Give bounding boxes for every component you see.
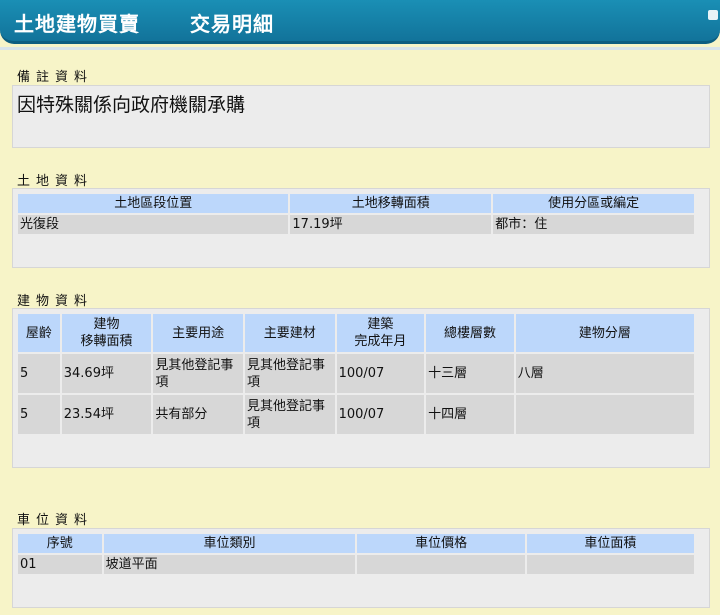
building-age-cell: 5: [18, 354, 60, 393]
land-panel: 土地區段位置 土地移轉面積 使用分區或編定 光復段 17.19坪 都市：住: [12, 188, 710, 268]
land-table: 土地區段位置 土地移轉面積 使用分區或編定 光復段 17.19坪 都市：住: [16, 192, 696, 236]
title-bar: 土地建物買賣 交易明細: [0, 0, 720, 44]
note-section-title: 備註資料: [17, 70, 94, 85]
building-col-use: 主要用途: [153, 314, 243, 352]
building-use-cell: 見其他登記事項: [153, 354, 243, 393]
parking-col-type: 車位類別: [103, 534, 356, 553]
building-col-level: 建物分層: [515, 314, 694, 352]
parking-col-price: 車位價格: [357, 534, 525, 553]
building-area-cell: 23.54坪: [61, 395, 152, 434]
note-text: 因特殊關係向政府機關承購: [17, 94, 246, 116]
parking-section-title: 車位資料: [17, 513, 94, 528]
table-row: 5 23.54坪 共有部分 見其他登記事項 100/07 十四層: [18, 395, 694, 434]
building-age-cell: 5: [18, 395, 60, 434]
parking-panel: 序號 車位類別 車位價格 車位面積 01 坡道平面: [12, 528, 710, 608]
land-col-zoning: 使用分區或編定: [493, 194, 694, 213]
table-row: 01 坡道平面: [18, 555, 694, 574]
building-material-cell: 見其他登記事項: [244, 395, 335, 434]
land-area-cell: 17.19坪: [290, 215, 492, 234]
building-col-age: 屋齡: [18, 314, 60, 352]
building-use-cell: 共有部分: [153, 395, 243, 434]
table-row: 5 34.69坪 見其他登記事項 見其他登記事項 100/07 十三層 八層: [18, 354, 694, 393]
parking-seq-cell: 01: [18, 555, 102, 574]
building-section-title: 建物資料: [17, 294, 94, 309]
building-col-floors: 總樓層數: [426, 314, 514, 352]
land-col-area: 土地移轉面積: [290, 194, 492, 213]
parking-col-area: 車位面積: [526, 534, 694, 553]
building-table: 屋齡 建物 移轉面積 主要用途 主要建材 建築 完成年月 總樓層數 建物分層 5…: [16, 312, 696, 436]
parking-col-seq: 序號: [18, 534, 102, 553]
page-subtitle: 交易明細: [190, 12, 274, 36]
building-completed-cell: 100/07: [336, 354, 425, 393]
parking-type-cell: 坡道平面: [103, 555, 356, 574]
building-col-material: 主要建材: [244, 314, 335, 352]
building-panel: 屋齡 建物 移轉面積 主要用途 主要建材 建築 完成年月 總樓層數 建物分層 5…: [12, 308, 710, 468]
parking-table: 序號 車位類別 車位價格 車位面積 01 坡道平面: [16, 532, 696, 576]
building-completed-cell: 100/07: [336, 395, 425, 434]
building-level-cell: [515, 395, 694, 434]
building-level-cell: 八層: [515, 354, 694, 393]
parking-price-cell: [357, 555, 525, 574]
land-location-cell: 光復段: [18, 215, 289, 234]
land-col-location: 土地區段位置: [18, 194, 289, 213]
building-area-cell: 34.69坪: [61, 354, 152, 393]
table-row: 光復段 17.19坪 都市：住: [18, 215, 694, 234]
note-panel: 因特殊關係向政府機關承購: [12, 85, 710, 148]
page-title: 土地建物買賣: [14, 12, 140, 36]
building-floors-cell: 十四層: [426, 395, 514, 434]
land-zoning-cell: 都市：住: [493, 215, 694, 234]
header-shadow: [0, 47, 720, 50]
building-col-completed: 建築 完成年月: [336, 314, 425, 352]
land-section-title: 土地資料: [17, 174, 94, 189]
building-floors-cell: 十三層: [426, 354, 514, 393]
parking-area-cell: [526, 555, 694, 574]
corner-icon[interactable]: [708, 10, 718, 20]
building-col-area: 建物 移轉面積: [61, 314, 152, 352]
building-material-cell: 見其他登記事項: [244, 354, 335, 393]
